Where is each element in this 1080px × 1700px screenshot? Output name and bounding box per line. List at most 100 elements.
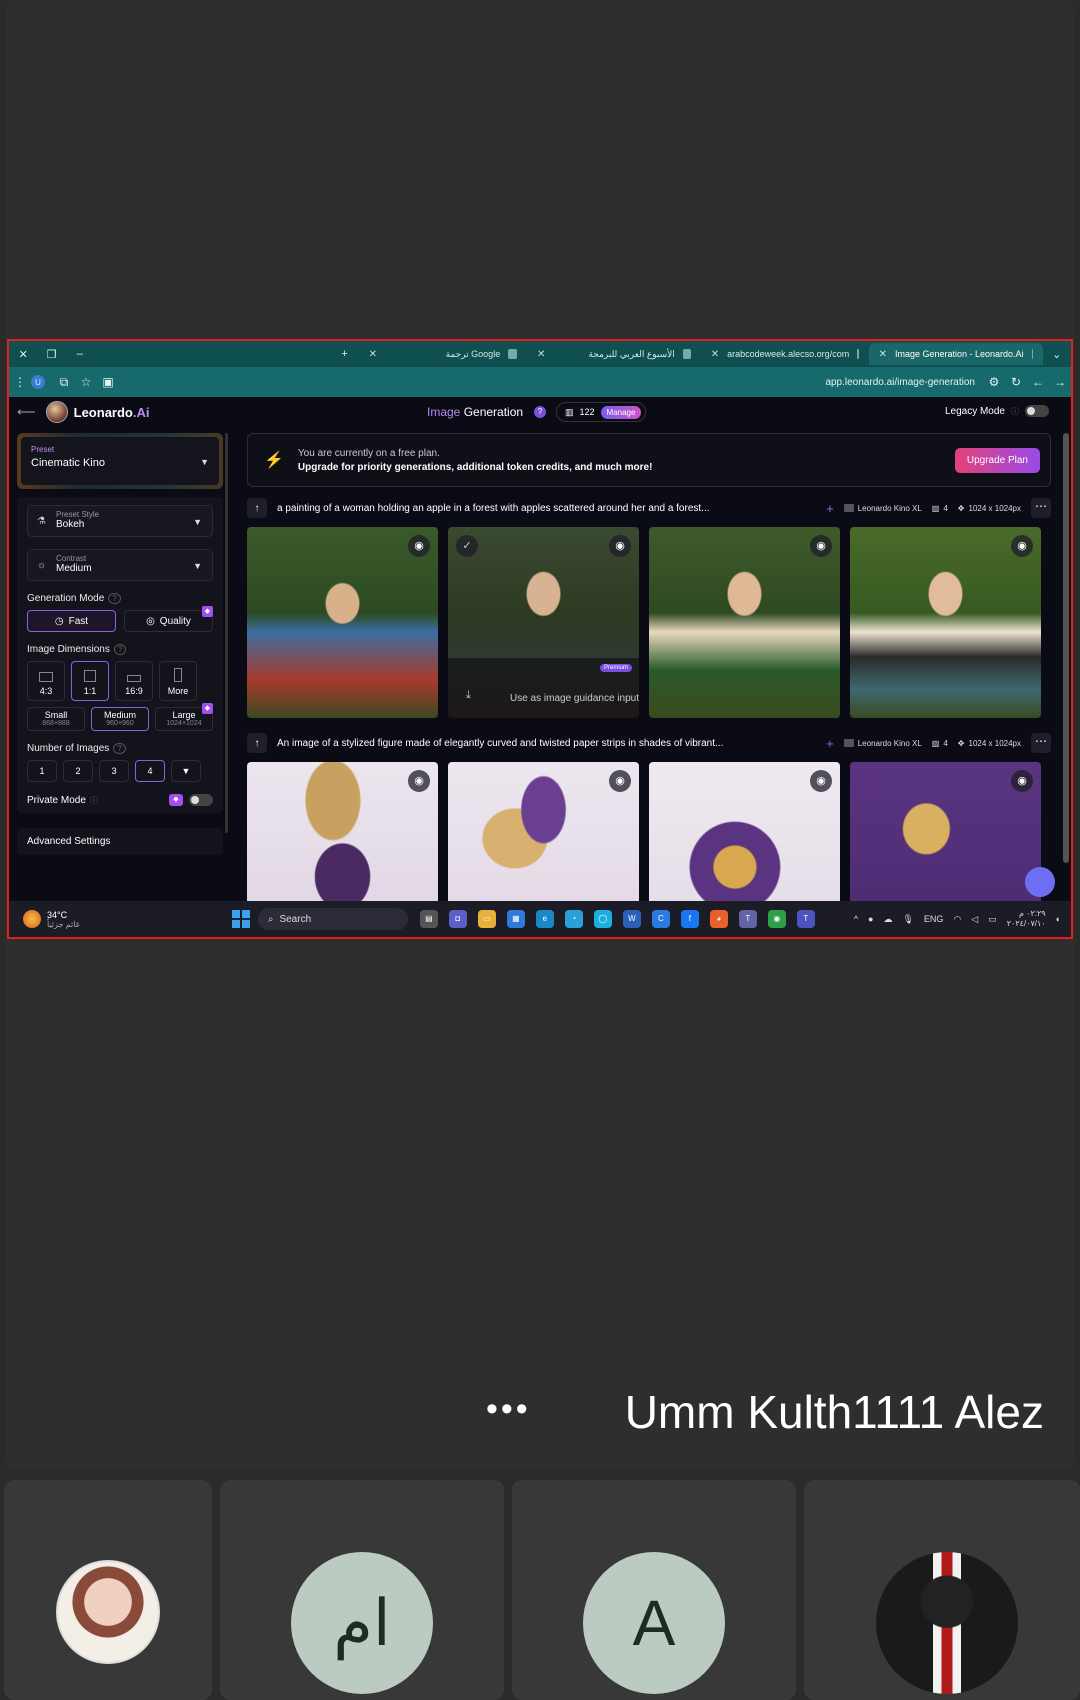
notifications-icon[interactable]: ◐ bbox=[1056, 914, 1061, 924]
word-icon[interactable]: W bbox=[622, 910, 641, 928]
edge-icon[interactable]: e bbox=[535, 910, 554, 928]
eye-icon[interactable]: ◉ bbox=[810, 770, 832, 792]
browser-tab-arab-week[interactable]: ✕ الأسبوع العربي للبرمجة bbox=[527, 343, 701, 365]
firefox-icon[interactable]: ◕ bbox=[709, 910, 728, 928]
battery-icon[interactable]: ▭ bbox=[988, 914, 997, 925]
close-tab-icon[interactable]: ✕ bbox=[711, 349, 719, 360]
eye-icon[interactable]: ◉ bbox=[609, 535, 631, 557]
eye-icon[interactable]: ◉ bbox=[1011, 535, 1033, 557]
language-indicator[interactable]: ENG bbox=[924, 914, 944, 924]
arrow-up-icon[interactable]: ↑ bbox=[247, 498, 267, 518]
ratio-1-1-button[interactable]: 1:1 bbox=[71, 661, 109, 701]
plus-icon[interactable]: + bbox=[826, 501, 834, 516]
arrow-up-icon[interactable]: ↑ bbox=[247, 733, 267, 753]
size-small-button[interactable]: Small 868×888 bbox=[27, 707, 85, 731]
generated-image[interactable]: ◉ bbox=[649, 527, 840, 718]
check-icon[interactable]: ✓ bbox=[456, 535, 478, 557]
participant-tile[interactable] bbox=[4, 1480, 212, 1700]
count-3-button[interactable]: 3 bbox=[99, 760, 129, 782]
advanced-settings[interactable]: Advanced Settings bbox=[17, 828, 223, 855]
generation-prompt[interactable]: An image of a stylized figure made of el… bbox=[277, 738, 816, 749]
wifi-icon[interactable]: ◠ bbox=[953, 914, 961, 925]
generated-image[interactable]: ◉ bbox=[850, 527, 1041, 718]
close-window-icon[interactable]: ✕ bbox=[9, 348, 37, 361]
eye-icon[interactable]: ◉ bbox=[408, 770, 430, 792]
eye-icon[interactable]: ◉ bbox=[408, 535, 430, 557]
reload-icon[interactable]: ↻ bbox=[1005, 375, 1027, 389]
page-scrollbar[interactable] bbox=[1063, 433, 1069, 863]
preset-selector[interactable]: Preset Cinematic Kino ▼ bbox=[17, 433, 223, 489]
ratio-4-3-button[interactable]: 4:3 bbox=[27, 661, 65, 701]
alexa-icon[interactable]: ◯ bbox=[593, 910, 612, 928]
count-2-button[interactable]: 2 bbox=[63, 760, 93, 782]
file-explorer-icon[interactable]: ▭ bbox=[477, 910, 496, 928]
browser-tab-leonardo[interactable]: ✕ Image Generation - Leonardo.Ai bbox=[868, 343, 1043, 365]
task-view-icon[interactable]: ▤ bbox=[419, 910, 438, 928]
more-options-icon[interactable]: ••• bbox=[486, 1390, 531, 1429]
participant-tile[interactable]: ام bbox=[220, 1480, 504, 1700]
more-options-icon[interactable]: ⋯ bbox=[1031, 498, 1051, 518]
generated-image[interactable]: ◉ bbox=[448, 762, 639, 901]
private-mode-toggle[interactable] bbox=[189, 794, 213, 806]
generated-image[interactable]: ✓ ◉ ⤓ Premium Use as image guidance inpu… bbox=[448, 527, 639, 718]
chevron-up-icon[interactable]: ^ bbox=[854, 914, 858, 924]
profile-icon[interactable]: U bbox=[31, 375, 45, 389]
forward-icon[interactable]: ← bbox=[1027, 375, 1049, 389]
download-icon[interactable]: ⤓ bbox=[466, 689, 471, 702]
new-tab-icon[interactable]: + bbox=[330, 348, 358, 360]
cloud-icon[interactable]: ☁ bbox=[883, 914, 892, 925]
preset-style-dropdown[interactable]: ⚗ Preset Style Bokeh ▼ bbox=[27, 505, 213, 537]
windows-start-icon[interactable] bbox=[231, 910, 250, 928]
browser-tab-translate[interactable]: ✕ ترجمة Google bbox=[359, 343, 527, 365]
count-dropdown-chevron-icon[interactable]: ▼ bbox=[171, 760, 201, 782]
plus-icon[interactable]: + bbox=[826, 736, 834, 751]
store-icon[interactable]: ▦ bbox=[506, 910, 525, 928]
browser-tab-arabcodeweek[interactable]: ✕ arabcodeweek.alecso.org/com bbox=[701, 343, 869, 365]
teams-icon[interactable]: T bbox=[738, 910, 757, 928]
generated-image[interactable]: ◉ bbox=[247, 762, 438, 901]
teams-work-icon[interactable]: T bbox=[796, 910, 815, 928]
facebook-icon[interactable]: f bbox=[680, 910, 699, 928]
eye-icon[interactable]: ◉ bbox=[810, 535, 832, 557]
browser-icon[interactable]: ◔ bbox=[564, 910, 583, 928]
tray-app-icon[interactable]: ● bbox=[868, 914, 873, 924]
tab-menu-chevron-icon[interactable]: ⌄ bbox=[1043, 348, 1071, 361]
manage-button[interactable]: Manage bbox=[600, 405, 642, 419]
extensions-icon[interactable]: ⧉ bbox=[53, 375, 75, 390]
weather-widget[interactable]: 34°C غائم جزئياً bbox=[23, 910, 80, 929]
mode-fast-button[interactable]: ◷ Fast bbox=[27, 610, 116, 632]
generated-image[interactable]: ◉ bbox=[247, 527, 438, 718]
menu-dots-icon[interactable]: ⋮ bbox=[9, 375, 31, 389]
generated-image[interactable]: ◉ bbox=[649, 762, 840, 901]
upgrade-plan-button[interactable]: Upgrade Plan bbox=[954, 447, 1040, 473]
size-large-button[interactable]: Large 1024×1024 ◆ bbox=[155, 703, 213, 731]
generation-prompt[interactable]: a painting of a woman holding an apple i… bbox=[277, 503, 816, 514]
ratio-more-button[interactable]: More bbox=[159, 661, 197, 701]
participant-tile[interactable] bbox=[804, 1480, 1080, 1700]
back-icon[interactable]: → bbox=[1049, 375, 1071, 389]
url-field[interactable]: app.leonardo.ai/image-generation bbox=[825, 377, 975, 388]
clock[interactable]: ٠٢:٢٩ م ٢٠٢٤/٠٧/١٠ bbox=[1007, 909, 1046, 928]
close-tab-icon[interactable]: ✕ bbox=[537, 349, 545, 360]
ratio-16-9-button[interactable]: 16:9 bbox=[115, 661, 153, 701]
eye-icon[interactable]: ◉ bbox=[1011, 770, 1033, 792]
help-icon[interactable]: ? bbox=[534, 406, 546, 418]
microphone-icon[interactable]: 🎙 bbox=[902, 914, 913, 925]
sidebar-scrollbar[interactable] bbox=[225, 433, 228, 833]
reader-icon[interactable]: ▣ bbox=[97, 375, 119, 389]
user-avatar[interactable] bbox=[45, 401, 68, 423]
more-options-icon[interactable]: ⋯ bbox=[1031, 733, 1051, 753]
bookmark-star-icon[interactable]: ☆ bbox=[75, 375, 97, 389]
site-settings-icon[interactable]: ⚙ bbox=[983, 375, 1005, 389]
generated-image[interactable]: ◉ bbox=[850, 762, 1041, 901]
close-tab-icon[interactable]: ✕ bbox=[879, 349, 887, 360]
count-1-button[interactable]: 1 bbox=[27, 760, 57, 782]
leonardo-logo[interactable]: ⟵ Leonardo.Ai bbox=[17, 401, 150, 423]
teams-chat-icon[interactable]: ◘ bbox=[448, 910, 467, 928]
app-c-icon[interactable]: C bbox=[651, 910, 670, 928]
size-medium-button[interactable]: Medium 960×960 bbox=[91, 707, 149, 731]
participant-tile[interactable]: A bbox=[512, 1480, 796, 1700]
chat-support-button[interactable] bbox=[1025, 867, 1055, 897]
mode-quality-button[interactable]: ◎ Quality ◆ bbox=[124, 606, 213, 632]
back-arrow-icon[interactable]: ⟵ bbox=[17, 404, 36, 420]
